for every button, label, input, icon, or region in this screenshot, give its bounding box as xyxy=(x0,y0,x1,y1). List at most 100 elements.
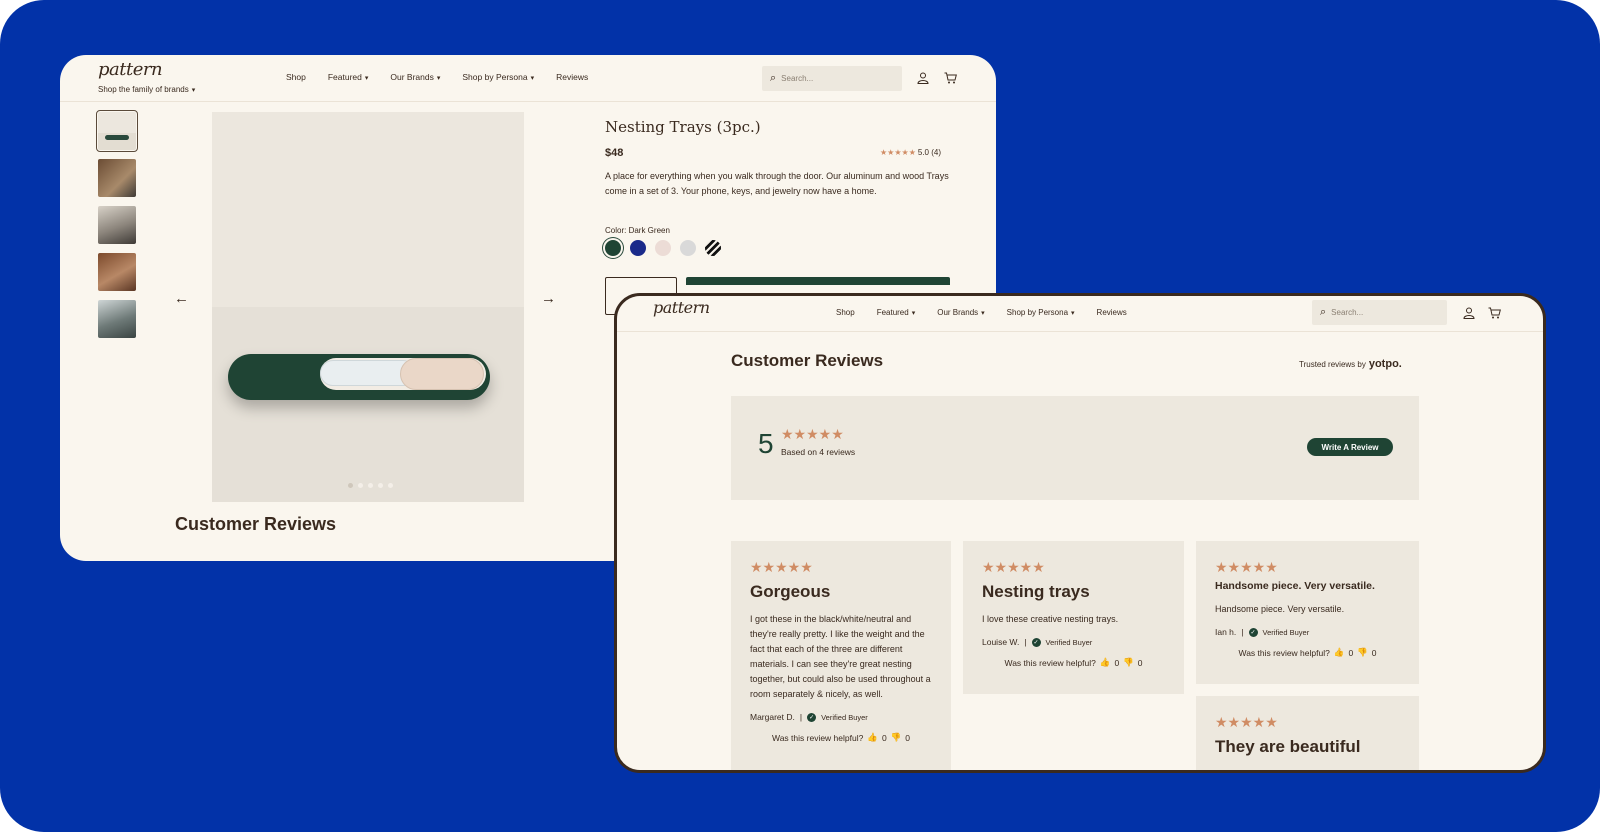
brand-logo[interactable]: pattern xyxy=(98,59,163,80)
helpful-label: Was this review helpful? xyxy=(772,732,864,743)
swatch-navy[interactable] xyxy=(630,240,646,256)
thumbs-down-icon[interactable]: 👎 xyxy=(1123,657,1134,668)
review-author: Ian h. xyxy=(1215,627,1237,637)
header-nav: pattern Shop the family of brands ▾ Shop … xyxy=(60,55,996,102)
carousel-dot[interactable] xyxy=(378,483,383,488)
carousel-dot[interactable] xyxy=(388,483,393,488)
thumbnail-5[interactable] xyxy=(98,300,136,338)
product-image xyxy=(212,112,524,502)
arrow-left-icon[interactable]: ← xyxy=(174,290,189,307)
search-placeholder: Search... xyxy=(1331,308,1364,317)
nav-shop[interactable]: Shop xyxy=(286,72,306,82)
product-price: $48 xyxy=(605,147,624,159)
family-of-brands-dropdown[interactable]: Shop the family of brands ▾ xyxy=(98,85,195,94)
star-rating-icon: ★★★★★ xyxy=(1215,714,1278,730)
nav-links: Shop Featured ▾ Our Brands ▾ Shop by Perso… xyxy=(286,72,588,82)
search-icon: ⌕ xyxy=(770,72,777,84)
upvote-count: 0 xyxy=(1114,657,1120,668)
carousel-dot[interactable] xyxy=(368,483,373,488)
downvote-count: 0 xyxy=(1371,647,1377,658)
check-icon: ✓ xyxy=(1248,627,1258,637)
helpful-row: Was this review helpful? 👍 0 👎 0 xyxy=(982,657,1165,668)
helpful-label: Was this review helpful? xyxy=(1004,657,1096,668)
nav-featured[interactable]: Featured ▾ xyxy=(877,308,916,317)
product-rating[interactable]: ★★★★★ 5.0 (4) xyxy=(880,148,941,157)
review-card: ★★★★★ Nesting trays I love these creativ… xyxy=(963,541,1184,694)
arrow-right-icon[interactable]: → xyxy=(541,290,556,307)
search-input[interactable]: ⌕ Search... xyxy=(1312,300,1447,325)
thumbs-down-icon[interactable]: 👎 xyxy=(891,732,902,743)
add-to-cart-button[interactable] xyxy=(686,277,950,285)
review-summary: 5 ★★★★★ Based on 4 reviews Write A Revie… xyxy=(731,396,1419,500)
review-card: ★★★★★ They are beautiful xyxy=(1196,696,1419,770)
thumbnail-4[interactable] xyxy=(98,253,136,291)
swatch-dark-green[interactable] xyxy=(605,240,621,256)
upvote-count: 0 xyxy=(1348,647,1354,658)
review-body: I got these in the black/white/neutral a… xyxy=(750,614,931,699)
thumbnail-3[interactable] xyxy=(98,206,136,244)
nav-our-brands[interactable]: Our Brands ▾ xyxy=(937,308,984,317)
thumbnail-gallery xyxy=(96,110,138,338)
verified-buyer-label: Verified Buyer xyxy=(1045,637,1093,647)
nav-shop-by-persona[interactable]: Shop by Persona ▾ xyxy=(1007,308,1075,317)
carousel-dot[interactable] xyxy=(358,483,363,488)
nav-featured[interactable]: Featured ▾ xyxy=(328,72,369,82)
search-input[interactable]: ⌕ Search... xyxy=(762,66,902,91)
thumbs-up-icon[interactable]: 👍 xyxy=(1100,657,1111,668)
cart-icon[interactable] xyxy=(943,71,957,85)
write-review-button[interactable]: Write A Review xyxy=(1307,438,1393,456)
nav-featured-label: Featured xyxy=(876,308,909,317)
chevron-down-icon: ▾ xyxy=(1071,310,1075,317)
carousel-dot[interactable] xyxy=(348,483,353,488)
thumbs-down-icon[interactable]: 👎 xyxy=(1357,647,1368,658)
check-icon: ✓ xyxy=(1031,637,1041,647)
review-card: ★★★★★ Gorgeous I got these in the black/… xyxy=(731,541,951,770)
star-rating-icon: ★★★★★ xyxy=(880,148,916,157)
review-card: ★★★★★ Handsome piece. Very versatile. Ha… xyxy=(1196,541,1419,684)
product-title: Nesting Trays (3pc.) xyxy=(605,118,761,136)
nav-persona-label: Shop by Persona xyxy=(1006,308,1069,317)
helpful-row: Was this review helpful? 👍 0 👎 0 xyxy=(1215,647,1400,658)
helpful-label: Was this review helpful? xyxy=(1238,647,1330,658)
thumbnail-2[interactable] xyxy=(98,159,136,197)
review-author: Margaret D. xyxy=(750,712,795,722)
family-label: Shop the family of brands xyxy=(98,85,189,94)
downvote-count: 0 xyxy=(1137,657,1143,668)
thumbnail-1[interactable] xyxy=(96,110,138,152)
carousel-dots xyxy=(348,483,393,488)
user-icon[interactable] xyxy=(916,71,930,85)
swatch-gray[interactable] xyxy=(680,240,696,256)
star-rating-icon: ★★★★★ xyxy=(750,559,813,575)
swatch-black-white[interactable] xyxy=(705,240,721,256)
nav-persona-label: Shop by Persona xyxy=(462,72,528,82)
star-rating-icon: ★★★★★ xyxy=(982,559,1045,575)
nav-shop[interactable]: Shop xyxy=(836,308,855,317)
review-title: Nesting trays xyxy=(982,582,1090,601)
thumbs-up-icon[interactable]: 👍 xyxy=(1334,647,1345,658)
tray-illustration xyxy=(228,354,490,400)
trusted-by-badge: Trusted reviews by yotpo. xyxy=(1299,358,1402,370)
thumbs-up-icon[interactable]: 👍 xyxy=(867,732,878,743)
product-description: A place for everything when you walk thr… xyxy=(605,171,949,196)
search-placeholder: Search... xyxy=(781,74,814,83)
user-icon[interactable] xyxy=(1462,306,1476,320)
divider: | xyxy=(1241,627,1244,637)
helpful-row: Was this review helpful? 👍 0 👎 0 xyxy=(750,732,932,743)
divider: | xyxy=(799,712,803,722)
brand-logo[interactable]: pattern xyxy=(653,298,710,317)
review-author-row: Margaret D. | ✓ Verified Buyer xyxy=(750,712,932,722)
nav-reviews[interactable]: Reviews xyxy=(556,72,588,82)
pink-tray xyxy=(400,358,484,390)
rating-value: 5.0 (4) xyxy=(917,148,941,157)
review-count: Based on 4 reviews xyxy=(781,447,856,457)
cart-icon[interactable] xyxy=(1487,306,1501,320)
downvote-count: 0 xyxy=(905,732,910,743)
chevron-down-icon: ▾ xyxy=(436,75,441,82)
swatch-pink[interactable] xyxy=(655,240,671,256)
color-label: Color: Dark Green xyxy=(605,226,670,235)
nav-our-brands[interactable]: Our Brands ▾ xyxy=(390,72,440,82)
nav-shop-by-persona[interactable]: Shop by Persona ▾ xyxy=(462,72,534,82)
nav-reviews[interactable]: Reviews xyxy=(1097,308,1127,317)
review-author-row: Louise W. | ✓ Verified Buyer xyxy=(982,637,1165,647)
upvote-count: 0 xyxy=(881,732,887,743)
